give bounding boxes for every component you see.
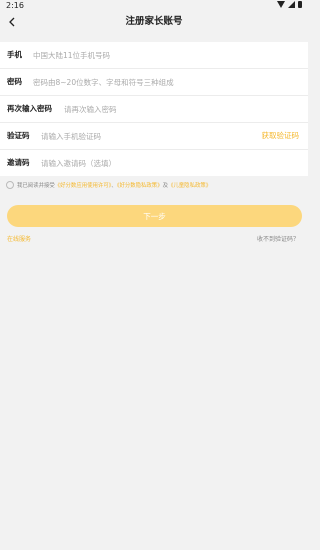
- confirm-password-row: 再次输入密码: [0, 96, 308, 123]
- password-row: 密码: [0, 69, 308, 96]
- license-link[interactable]: 《好分数应用使用许可》: [55, 183, 112, 189]
- get-code-button[interactable]: 获取验证码: [262, 123, 300, 149]
- next-button[interactable]: 下一步: [7, 205, 302, 227]
- password-label: 密码: [7, 77, 22, 86]
- agreement-prefix: 我已阅读并接受: [17, 183, 55, 189]
- no-code-link[interactable]: 收不到验证码？: [257, 234, 299, 243]
- wifi-icon: [277, 1, 285, 8]
- verification-code-label: 验证码: [7, 131, 30, 140]
- phone-input[interactable]: [33, 42, 293, 68]
- signal-icon: [288, 1, 295, 8]
- invite-code-input[interactable]: [41, 150, 291, 176]
- status-time: 2:16: [6, 1, 24, 10]
- child-privacy-link[interactable]: 《儿童隐私政策》: [168, 183, 211, 189]
- phone-label: 手机: [7, 50, 22, 59]
- confirm-password-input[interactable]: [64, 96, 294, 122]
- status-bar: 2:16: [0, 0, 308, 11]
- phone-row: 手机: [0, 42, 308, 69]
- online-service-link[interactable]: 在线服务: [7, 234, 31, 243]
- registration-form: 手机 密码 再次输入密码 验证码 获取验证码 邀请码: [0, 42, 308, 176]
- header: 注册家长账号: [0, 11, 308, 33]
- password-input[interactable]: [33, 69, 298, 95]
- verification-code-row: 验证码 获取验证码: [0, 123, 308, 150]
- privacy-policy-link[interactable]: 《好分数隐私政策》: [117, 183, 163, 189]
- verification-code-input[interactable]: [41, 123, 231, 149]
- battery-icon: [298, 1, 302, 8]
- confirm-password-label: 再次输入密码: [7, 104, 52, 113]
- invite-code-label: 邀请码: [7, 158, 30, 167]
- agreement: 我已阅读并接受《好分数应用使用许可》、《好分数隐私政策》及《儿童隐私政策》: [6, 180, 302, 191]
- back-arrow-icon[interactable]: [4, 14, 20, 30]
- invite-code-row: 邀请码: [0, 150, 308, 176]
- status-icons: [277, 1, 302, 8]
- page-title: 注册家长账号: [125, 16, 183, 27]
- agreement-checkbox[interactable]: [6, 180, 14, 189]
